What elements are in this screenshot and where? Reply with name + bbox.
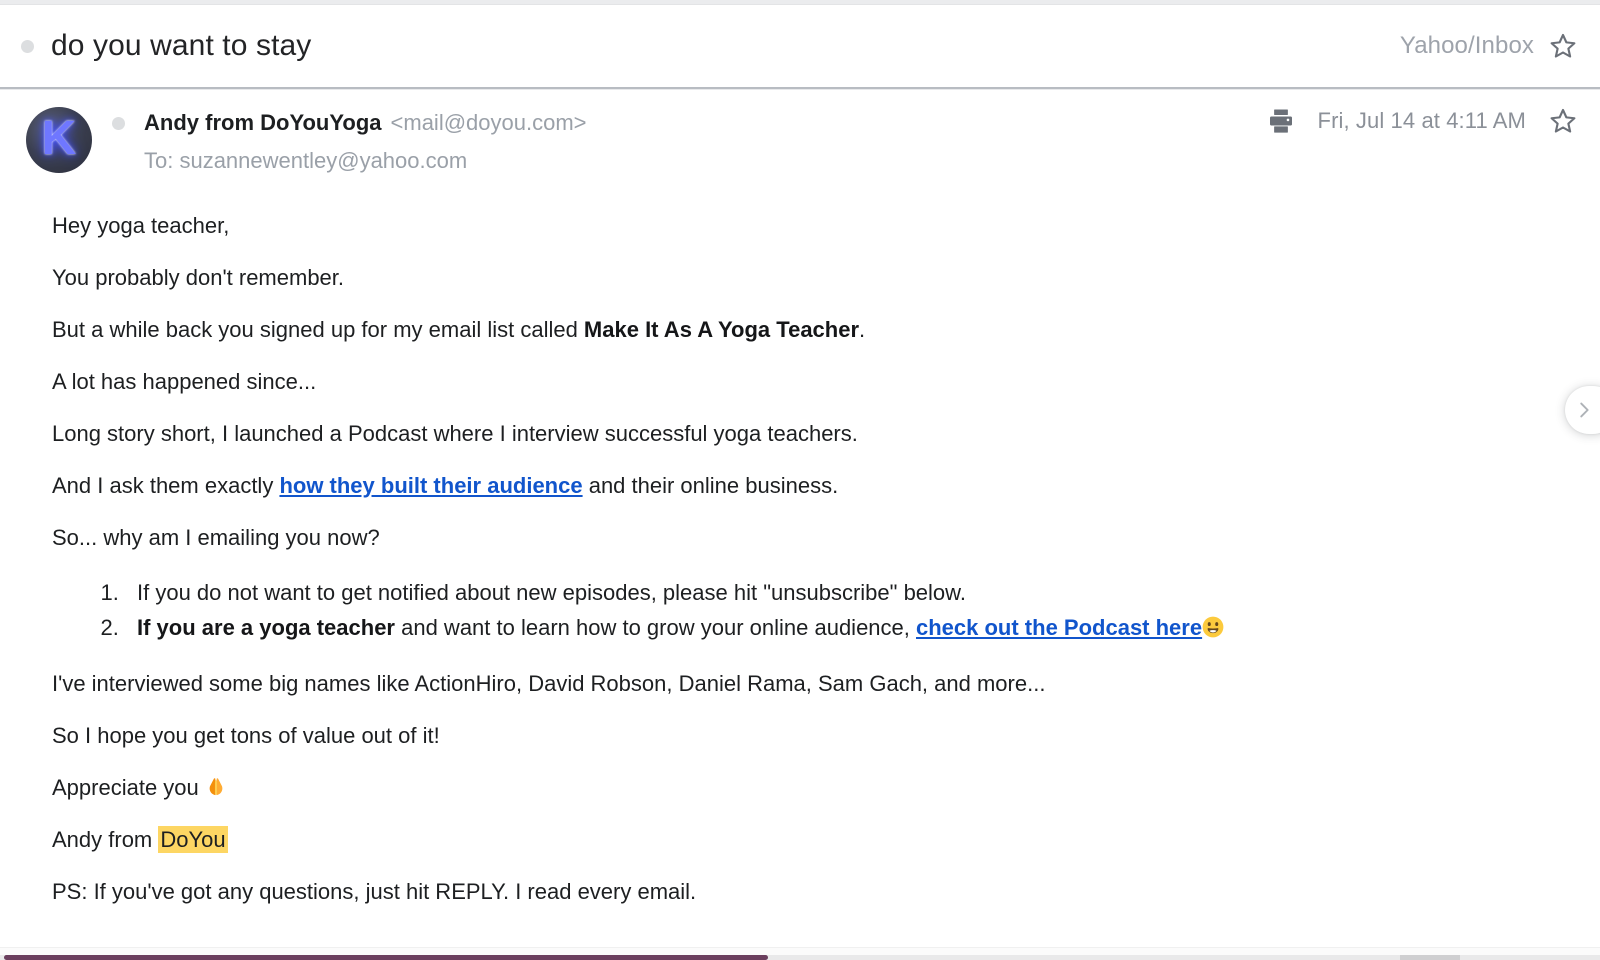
list-item: If you are a yoga teacher and want to le… — [125, 610, 1600, 645]
sender-info: Andy from DoYouYoga <mail@doyou.com> To:… — [112, 108, 587, 174]
message-timestamp: Fri, Jul 14 at 4:11 AM — [1317, 108, 1526, 133]
sender-line: Andy from DoYouYoga <mail@doyou.com> — [112, 108, 587, 138]
horizontal-scrollbar-thumb[interactable] — [4, 955, 768, 960]
link-check-out-the-podcast-here[interactable]: check out the Podcast here — [916, 615, 1202, 640]
paragraph-appreciate: Appreciate you — [52, 774, 1600, 801]
signup-text-pre: But a while back you signed up for my em… — [52, 317, 584, 342]
numbered-list: If you do not want to get notified about… — [52, 575, 1600, 645]
star-outline-icon[interactable] — [1548, 31, 1578, 61]
subject-header-right: Yahoo/Inbox — [1400, 5, 1578, 87]
grinning-face-emoji — [1202, 616, 1224, 638]
paragraph-signature: Andy from DoYou — [52, 826, 1600, 853]
sender-name[interactable]: Andy from DoYouYoga — [144, 110, 382, 136]
page-title: do you want to stay — [51, 29, 312, 62]
message-header-actions: Fri, Jul 14 at 4:11 AM — [1266, 106, 1578, 136]
appreciate-text: Appreciate you — [52, 775, 205, 800]
ask-text-post: and their online business. — [582, 473, 839, 498]
chevron-right-icon — [1580, 402, 1589, 418]
list-name-bold: Make It As A Yoga Teacher — [583, 317, 860, 342]
unread-status-dot[interactable] — [21, 39, 34, 53]
bottom-bar — [0, 947, 1600, 960]
horizontal-scrollbar-track[interactable] — [0, 955, 1600, 960]
paragraph-signup: But a while back you signed up for my em… — [52, 316, 1600, 343]
paragraph-remember: You probably don't remember. — [52, 265, 345, 290]
folded-hands-emoji — [205, 776, 227, 798]
message-unread-dot[interactable] — [112, 116, 125, 130]
paragraph-why-emailing: So... why am I emailing you now? — [52, 525, 380, 550]
sender-email-address[interactable]: <mail@doyou.com> — [391, 110, 587, 136]
paragraph-big-names: I've interviewed some big names like Act… — [52, 671, 1046, 696]
header-divider-shadow — [0, 89, 1600, 90]
paragraph-ps: PS: If you've got any questions, just hi… — [52, 879, 697, 904]
paragraph-ask-them: And I ask them exactly how they built th… — [52, 472, 1600, 499]
ask-text-pre: And I ask them exactly — [52, 473, 280, 498]
paragraph-alot-happened: A lot has happened since... — [52, 369, 317, 394]
signature-text: Andy from — [52, 827, 159, 852]
signup-text-post: . — [859, 317, 866, 342]
folder-breadcrumb: Yahoo/Inbox — [1399, 32, 1534, 59]
avatar-letter: K — [41, 112, 77, 165]
list-item-2-text: and want to learn how to grow your onlin… — [395, 615, 916, 640]
subject-header-left: do you want to stay — [0, 28, 311, 64]
link-how-they-built-their-audience[interactable]: how they built their audience — [279, 473, 582, 498]
list-item-2-bold: If you are a yoga teacher — [137, 615, 395, 640]
highlighted-brand-doyou: DoYou — [158, 826, 228, 853]
list-item: If you do not want to get notified about… — [125, 575, 1600, 610]
recipient-line[interactable]: To: suzannewentley@yahoo.com — [144, 148, 587, 174]
message-body: Hey yoga teacher, You probably don't rem… — [0, 212, 1600, 942]
list-item-1-text: If you do not want to get notified about… — [137, 580, 966, 605]
avatar[interactable]: K — [26, 107, 92, 173]
star-outline-icon[interactable] — [1548, 106, 1578, 136]
paragraph-podcast-launch: Long story short, I launched a Podcast w… — [52, 421, 858, 446]
paragraph-hope-value: So I hope you get tons of value out of i… — [52, 723, 440, 748]
printer-icon[interactable] — [1266, 106, 1296, 136]
subject-header: do you want to stay Yahoo/Inbox — [0, 5, 1600, 87]
message-header: K Andy from DoYouYoga <mail@doyou.com> T… — [0, 92, 1600, 212]
paragraph-greeting: Hey yoga teacher, — [52, 213, 230, 238]
horizontal-scrollbar-thumb-secondary[interactable] — [1400, 955, 1460, 960]
